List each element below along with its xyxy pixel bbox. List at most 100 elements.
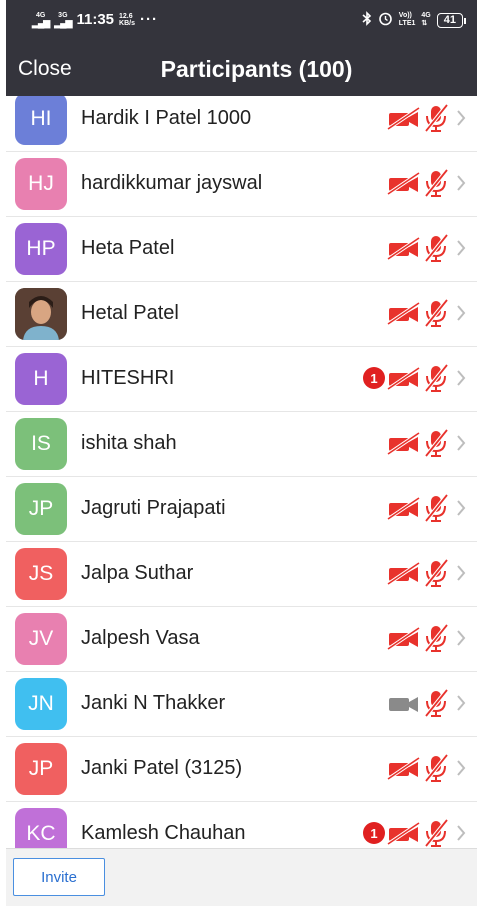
avatar-initials: JN: [28, 692, 54, 715]
avatar-initials: KC: [26, 822, 56, 845]
bluetooth-icon: [362, 11, 372, 29]
avatar-initials: H: [33, 367, 49, 390]
participant-status-icons: [387, 623, 467, 653]
participant-name: Janki N Thakker: [81, 692, 226, 714]
chevron-right-icon[interactable]: [455, 173, 467, 193]
chevron-right-icon[interactable]: [455, 108, 467, 128]
chevron-right-icon[interactable]: [455, 823, 467, 843]
participant-status-icons: 1: [363, 363, 467, 393]
participant-name: Hetal Patel: [81, 302, 179, 324]
chevron-right-icon[interactable]: [455, 433, 467, 453]
participant-row[interactable]: JP Janki Patel (3125): [6, 737, 477, 802]
video-off-icon: [387, 561, 421, 585]
chevron-right-icon[interactable]: [455, 563, 467, 583]
participant-status-icons: [387, 558, 467, 588]
participant-row[interactable]: Hetal Patel: [6, 282, 477, 347]
page-title: Participants (100): [160, 56, 353, 82]
avatar-initials: HP: [26, 237, 56, 260]
participant-row[interactable]: JV Jalpesh Vasa: [6, 607, 477, 672]
app-frame: 4G ▂▄▆ 3G ▂▄▆ 11:35 12.6 KB/s ··· Vo)) L…: [6, 0, 477, 906]
participant-name: HITESHRI: [81, 367, 175, 389]
chevron-right-icon[interactable]: [455, 498, 467, 518]
mic-muted-icon: [421, 363, 451, 393]
video-off-icon: [387, 756, 421, 780]
participant-row[interactable]: JS Jalpa Suthar: [6, 542, 477, 607]
participant-status-icons: 1: [363, 818, 467, 848]
participant-row[interactable]: H HITESHRI 1: [6, 347, 477, 412]
network-type-icon: 4G ⇅: [421, 12, 431, 27]
video-off-icon: [387, 431, 421, 455]
chevron-right-icon[interactable]: [455, 628, 467, 648]
avatar-initials: HI: [30, 107, 52, 130]
avatar: H: [15, 353, 67, 405]
participant-name: Jalpa Suthar: [81, 562, 194, 584]
video-off-icon: [387, 236, 421, 260]
header-bar: Close Participants (100): [6, 42, 477, 96]
participant-row[interactable]: HJ hardikkumar jayswal: [6, 152, 477, 217]
participant-name: Jagruti Prajapati: [81, 497, 226, 519]
participant-status-icons: [387, 298, 467, 328]
participant-status-icons: [387, 753, 467, 783]
avatar-initials: JV: [28, 627, 54, 650]
clock: 11:35: [76, 11, 115, 28]
chevron-right-icon[interactable]: [455, 368, 467, 388]
participant-name: Kamlesh Chauhan: [81, 822, 246, 844]
video-off-icon: [387, 171, 421, 195]
speed-value: 12.6: [119, 12, 133, 20]
participant-status-icons: [387, 103, 467, 133]
participant-status-icons: [387, 168, 467, 198]
mic-muted-icon: [421, 233, 451, 263]
chat-badge: 1: [363, 822, 385, 844]
avatar: JP: [15, 483, 67, 535]
mic-muted-icon: [421, 688, 451, 718]
avatar-initials: JP: [28, 497, 54, 520]
chevron-right-icon[interactable]: [455, 303, 467, 323]
participant-name: Hardik I Patel 1000: [81, 107, 252, 129]
participant-status-icons: [387, 428, 467, 458]
video-off-icon: [387, 301, 421, 325]
avatar: HP: [15, 223, 67, 275]
participant-row[interactable]: JP Jagruti Prajapati: [6, 477, 477, 542]
battery-level: 41: [443, 13, 456, 26]
avatar: IS: [15, 418, 67, 470]
participant-list[interactable]: HI Hardik I Patel 1000 HJ hardikkumar jaysw…: [6, 96, 477, 848]
battery-icon: 41: [436, 12, 467, 28]
avatar: HI: [15, 96, 67, 145]
participant-status-icons: [387, 493, 467, 523]
participant-name: hardikkumar jayswal: [81, 172, 263, 194]
alarm-icon: [378, 11, 393, 29]
chevron-right-icon[interactable]: [455, 238, 467, 258]
chevron-right-icon[interactable]: [455, 693, 467, 713]
status-bar: 4G ▂▄▆ 3G ▂▄▆ 11:35 12.6 KB/s ··· Vo)) L…: [6, 0, 477, 42]
participant-row[interactable]: IS ishita shah: [6, 412, 477, 477]
participant-row[interactable]: HP Heta Patel: [6, 217, 477, 282]
participant-name: Jalpesh Vasa: [81, 627, 200, 649]
sim1-signal-icon: 4G ▂▄▆: [32, 12, 50, 28]
participant-name: Janki Patel (3125): [81, 757, 243, 779]
avatar: JP: [15, 743, 67, 795]
avatar-initials: HJ: [28, 172, 54, 195]
participant-row[interactable]: KC Kamlesh Chauhan 1: [6, 802, 477, 848]
video-off-icon: [387, 821, 421, 845]
participant-row[interactable]: HI Hardik I Patel 1000: [6, 96, 477, 152]
avatar-initials: IS: [31, 432, 51, 455]
bottom-bar: Invite: [6, 848, 477, 906]
avatar: JV: [15, 613, 67, 665]
avatar-initials: JS: [28, 562, 54, 585]
mic-muted-icon: [421, 428, 451, 458]
participant-status-icons: [387, 233, 467, 263]
mic-muted-icon: [421, 558, 451, 588]
speed-unit: KB/s: [119, 19, 135, 27]
avatar: JN: [15, 678, 67, 730]
mic-muted-icon: [421, 493, 451, 523]
net-type-label: 4G: [421, 12, 431, 19]
invite-button[interactable]: Invite: [13, 858, 105, 896]
chat-badge: 1: [363, 367, 385, 389]
mic-muted-icon: [421, 298, 451, 328]
participant-name: Heta Patel: [81, 237, 175, 259]
chevron-right-icon[interactable]: [455, 758, 467, 778]
participant-name: ishita shah: [81, 432, 177, 454]
participant-row[interactable]: JN Janki N Thakker: [6, 672, 477, 737]
avatar-initials: JP: [28, 757, 54, 780]
video-off-icon: [387, 366, 421, 390]
